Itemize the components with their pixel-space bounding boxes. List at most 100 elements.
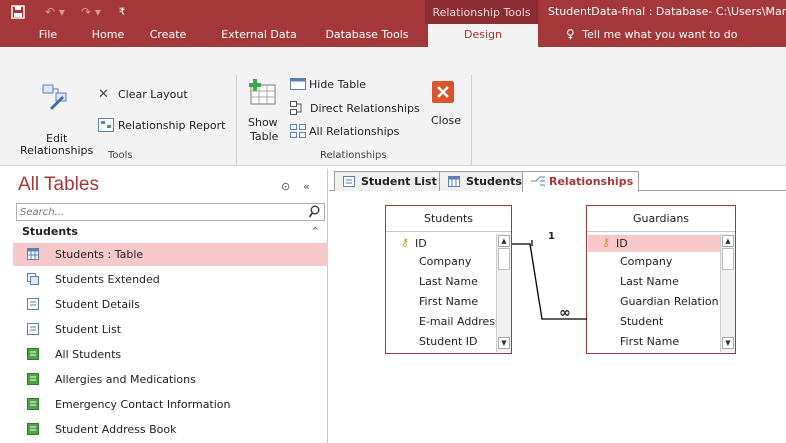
ribbon-separator	[236, 75, 237, 165]
nav-title[interactable]: All Tables	[18, 174, 99, 196]
relationship-report-icon[interactable]	[98, 118, 114, 135]
scroll-up-icon[interactable]: ▲	[498, 235, 510, 247]
nav-item[interactable]: Allergies and Medications	[13, 368, 328, 391]
nav-item-label: Allergies and Medications	[55, 373, 196, 386]
all-relationships-icon[interactable]	[290, 124, 306, 141]
close-button[interactable]: Close	[431, 114, 461, 127]
relationships-icon	[531, 176, 545, 187]
doctab-student-list[interactable]: Student List	[334, 171, 444, 191]
lightbulb-icon: ♀	[566, 27, 575, 41]
report-icon	[27, 373, 39, 385]
relationship-many-label: ∞	[559, 305, 571, 321]
field-name[interactable]: Last Name	[419, 275, 478, 288]
nav-item[interactable]: Students Extended	[13, 268, 328, 291]
scroll-thumb[interactable]	[722, 248, 734, 270]
nav-search[interactable]	[16, 203, 325, 221]
window-title: StudentData-final : Database- C:\Users\M…	[548, 5, 786, 18]
nav-section-students[interactable]: Students ⌃	[13, 223, 328, 241]
close-icon[interactable]	[432, 81, 454, 106]
field-name[interactable]: Student	[620, 315, 663, 328]
clear-layout-icon[interactable]: ✕	[98, 87, 109, 102]
show-table-label-1[interactable]: Show	[248, 116, 278, 129]
relationship-line[interactable]	[512, 229, 587, 329]
table-icon	[27, 248, 39, 260]
hide-table-button[interactable]: Hide Table	[309, 78, 366, 91]
primary-key-icon: ⚷	[401, 236, 410, 249]
save-icon[interactable]	[8, 2, 28, 22]
field-name[interactable]: First Name	[419, 295, 478, 308]
nav-search-input[interactable]	[17, 204, 297, 220]
field-name[interactable]: First Name	[620, 335, 679, 348]
all-relationships-button[interactable]: All Relationships	[309, 125, 399, 138]
tools-group-label: Tools	[108, 150, 133, 161]
report-icon	[27, 423, 39, 435]
form-icon	[343, 176, 355, 187]
doctab-relationships[interactable]: Relationships	[522, 171, 639, 192]
relationship-tools-context-label: Relationship Tools	[425, 0, 538, 24]
redo-icon[interactable]: ↷ ▾	[76, 2, 106, 22]
field-name[interactable]: Company	[620, 255, 672, 268]
collapse-section-icon[interactable]: ⌃	[311, 225, 320, 238]
form-icon	[27, 323, 39, 335]
tab-file[interactable]: File	[30, 24, 66, 47]
students-id-field-row[interactable]: ⚷ ID	[387, 235, 496, 252]
guardians-scrollbar[interactable]: ▲ ▼	[720, 234, 735, 352]
nav-item[interactable]: Students : Table	[13, 243, 328, 266]
students-table-title[interactable]: Students	[386, 206, 511, 232]
relationship-one-label: 1	[548, 231, 555, 242]
nav-item[interactable]: All Students	[13, 343, 328, 366]
nav-item[interactable]: Emergency Contact Information	[13, 393, 328, 416]
scroll-down-icon[interactable]: ▼	[498, 337, 510, 349]
field-name[interactable]: Student ID	[419, 335, 478, 348]
tab-external-data[interactable]: External Data	[214, 24, 304, 47]
field-name[interactable]: Guardian Relation	[620, 295, 719, 308]
field-name[interactable]: E-mail Address	[419, 315, 501, 328]
nav-menu-dropdown-icon[interactable]: ⊙	[281, 180, 290, 193]
scroll-down-icon[interactable]: ▼	[722, 337, 734, 349]
doctab-label: Relationships	[549, 175, 634, 188]
show-table-label-2[interactable]: Table	[250, 130, 278, 143]
guardians-table-title[interactable]: Guardians	[587, 206, 735, 232]
students-table-box[interactable]: Students ⚷ ID Company Last Name First Na…	[385, 205, 512, 354]
guardians-id-field-row[interactable]: ⚷ ID	[588, 235, 720, 252]
nav-item-label: Emergency Contact Information	[55, 398, 231, 411]
field-name[interactable]: Company	[419, 255, 471, 268]
clear-layout-button[interactable]: Clear Layout	[118, 88, 188, 101]
ribbon: Edit Relationships ✕ Clear Layout Relati…	[0, 47, 786, 166]
guardians-table-box[interactable]: Guardians ⚷ ID Company Last Name Guardia…	[586, 205, 736, 354]
field-name: ID	[415, 237, 427, 250]
tab-create[interactable]: Create	[142, 24, 194, 47]
tab-database-tools[interactable]: Database Tools	[314, 24, 420, 47]
field-name[interactable]: Last Name	[620, 275, 679, 288]
doctab-students[interactable]: Students	[439, 171, 525, 191]
edit-relationships-label-2[interactable]: Relationships	[20, 144, 93, 157]
relationships-group-label: Relationships	[320, 150, 387, 161]
tab-design[interactable]: Design	[428, 24, 538, 47]
search-icon[interactable]	[308, 205, 320, 221]
nav-item[interactable]: Student List	[13, 318, 328, 341]
field-name: ID	[616, 237, 628, 250]
shutter-bar-close-icon[interactable]: «	[303, 180, 310, 193]
tell-me-search[interactable]: ♀ Tell me what you want to do	[566, 24, 738, 47]
nav-item[interactable]: Student Details	[13, 293, 328, 316]
tab-home[interactable]: Home	[84, 24, 132, 47]
scroll-up-icon[interactable]: ▲	[722, 235, 734, 247]
nav-item[interactable]: Student Address Book	[13, 418, 328, 441]
show-table-icon[interactable]	[248, 79, 278, 108]
nav-section-title: Students	[22, 225, 78, 238]
tell-me-text: Tell me what you want to do	[582, 28, 738, 41]
students-scrollbar[interactable]: ▲ ▼	[496, 234, 511, 352]
customize-quick-access-icon[interactable]: ₹	[114, 2, 130, 22]
document-tabs: Student List Students Relationships	[329, 169, 786, 192]
scroll-thumb[interactable]	[498, 248, 510, 270]
form-icon	[27, 298, 39, 310]
direct-relationships-button[interactable]: Direct Relationships	[310, 102, 420, 115]
nav-item-label: Student Details	[55, 298, 140, 311]
hide-table-icon[interactable]	[290, 78, 306, 93]
doctab-label: Student List	[361, 175, 437, 188]
direct-relationships-icon[interactable]	[290, 101, 306, 118]
nav-item-label: All Students	[55, 348, 122, 361]
edit-relationships-icon[interactable]	[42, 84, 68, 113]
undo-icon[interactable]: ↶ ▾	[40, 2, 70, 22]
relationship-report-button[interactable]: Relationship Report	[118, 119, 226, 132]
